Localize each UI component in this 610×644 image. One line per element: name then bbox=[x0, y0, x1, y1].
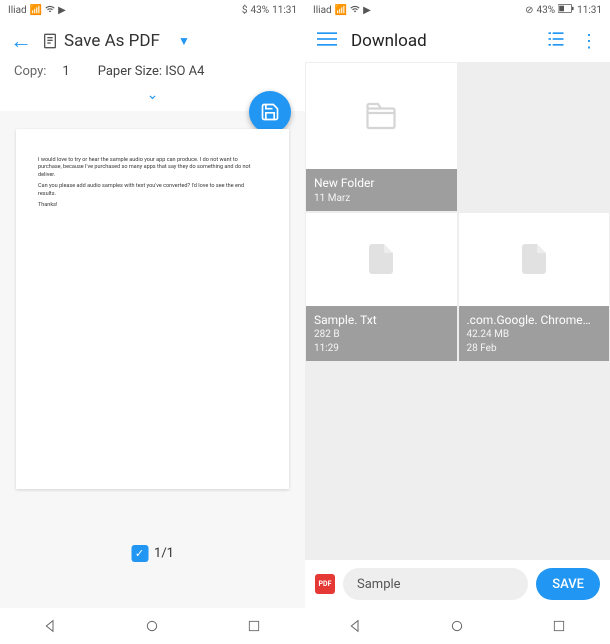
play-icon: ▶ bbox=[58, 5, 66, 16]
carrier-label: Iliad bbox=[313, 5, 332, 16]
chevron-down-icon[interactable]: ▼ bbox=[178, 34, 190, 48]
app-bar-left: ← Save As PDF ▼ bbox=[0, 20, 305, 62]
battery-prefix: $ bbox=[242, 5, 248, 16]
battery-icon bbox=[558, 4, 574, 16]
more-icon[interactable]: ⋮ bbox=[580, 31, 598, 52]
document-icon bbox=[42, 32, 58, 50]
file-icon bbox=[363, 241, 399, 277]
file-name: Sample. Txt bbox=[314, 312, 449, 328]
clock: 11:31 bbox=[577, 5, 602, 16]
battery-percent: 43% bbox=[537, 5, 556, 16]
nav-recent-icon[interactable] bbox=[547, 614, 571, 638]
file-size: 282 B bbox=[314, 328, 449, 342]
save-icon bbox=[260, 102, 280, 122]
nav-back-icon[interactable] bbox=[344, 614, 368, 638]
empty-tile bbox=[458, 62, 610, 212]
dnd-icon: ⊘ bbox=[525, 5, 533, 16]
file-size: 42.24 MB bbox=[467, 328, 602, 342]
files-grid: New Folder 11 Marz Sample. Txt 282 B 11:… bbox=[305, 62, 610, 560]
file-time: 11:29 bbox=[314, 342, 449, 356]
clock: 11:31 bbox=[272, 5, 297, 16]
list-view-icon[interactable] bbox=[546, 29, 566, 53]
filename-value: Sample bbox=[357, 577, 401, 592]
folder-icon bbox=[363, 98, 399, 134]
file-tile-folder[interactable]: New Folder 11 Marz bbox=[305, 62, 458, 212]
preview-line: results. bbox=[38, 191, 267, 198]
copy-label: Copy: bbox=[14, 64, 46, 79]
status-bar-right: Iliad 📶 ▶ ⊘ 43% 11:31 bbox=[305, 0, 610, 20]
signal-icon: 📶 bbox=[335, 5, 347, 16]
copy-value[interactable]: 1 bbox=[62, 64, 69, 79]
wifi-icon bbox=[45, 4, 55, 17]
preview-area: I would love to try or hear the sample a… bbox=[0, 111, 305, 608]
file-date: 28 Feb bbox=[467, 342, 602, 356]
system-navbar bbox=[0, 608, 610, 644]
preview-line: I would love to try or hear the sample a… bbox=[38, 157, 267, 164]
preview-line: deliver. bbox=[38, 172, 267, 179]
battery-percent: 43% bbox=[251, 5, 270, 16]
play-icon: ▶ bbox=[363, 5, 371, 16]
page-counter-text: 1/1 bbox=[154, 546, 174, 561]
appbar-title-text: Download bbox=[351, 31, 532, 51]
filename-input[interactable]: Sample bbox=[343, 568, 528, 600]
carrier-label: Iliad bbox=[8, 5, 27, 16]
signal-icon: 📶 bbox=[30, 5, 42, 16]
chevron-down-icon: ⌄ bbox=[147, 87, 159, 103]
page-preview[interactable]: I would love to try or hear the sample a… bbox=[16, 129, 289, 489]
pdf-badge-icon: PDF bbox=[315, 574, 335, 594]
file-meta: 11 Marz bbox=[314, 192, 449, 206]
back-icon[interactable]: ← bbox=[10, 28, 32, 54]
preview-line: purchase, because I've purchased so many… bbox=[38, 164, 267, 171]
file-tile[interactable]: .com.Google. Chrome… 42.24 MB 28 Feb bbox=[458, 212, 610, 362]
appbar-title-text[interactable]: Save As PDF bbox=[64, 31, 160, 51]
preview-line: Can you please add audio samples with te… bbox=[38, 183, 267, 190]
page-checkbox[interactable]: ✓ bbox=[131, 545, 148, 562]
file-tile[interactable]: Sample. Txt 282 B 11:29 bbox=[305, 212, 458, 362]
file-name: .com.Google. Chrome… bbox=[467, 312, 602, 328]
file-icon bbox=[516, 241, 552, 277]
nav-back-icon[interactable] bbox=[39, 614, 63, 638]
app-bar-right: Download ⋮ bbox=[305, 20, 610, 62]
preview-line: Thanks! bbox=[38, 202, 267, 209]
menu-icon[interactable] bbox=[317, 29, 337, 53]
status-bar-left: Iliad 📶 ▶ $43% 11:31 bbox=[0, 0, 305, 20]
print-options: Copy: 1 Paper Size: ISO A4 bbox=[0, 62, 305, 83]
save-button-label: SAVE bbox=[552, 577, 584, 592]
nav-home-icon[interactable] bbox=[445, 614, 469, 638]
wifi-icon bbox=[350, 4, 360, 17]
save-fab[interactable] bbox=[249, 91, 291, 133]
page-counter: ✓ 1/1 bbox=[131, 545, 174, 562]
file-name: New Folder bbox=[314, 175, 449, 191]
paper-size[interactable]: Paper Size: ISO A4 bbox=[98, 64, 291, 79]
nav-recent-icon[interactable] bbox=[242, 614, 266, 638]
save-button[interactable]: SAVE bbox=[536, 568, 600, 600]
save-bar: PDF Sample SAVE bbox=[305, 560, 610, 608]
nav-home-icon[interactable] bbox=[140, 614, 164, 638]
